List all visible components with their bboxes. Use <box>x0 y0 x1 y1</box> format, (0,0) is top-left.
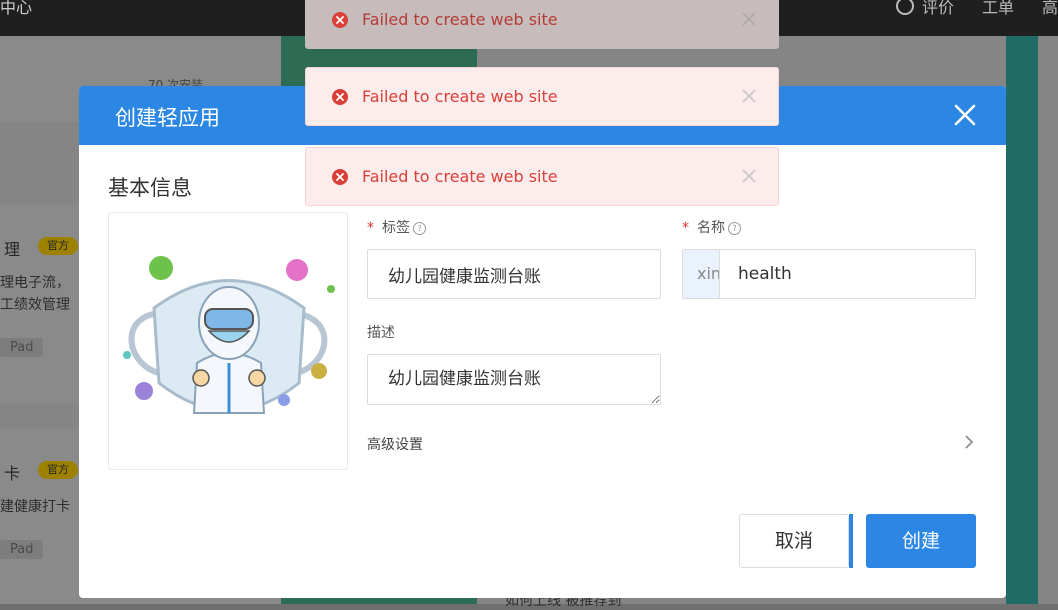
platform-chip: Pad <box>0 540 44 559</box>
name-input[interactable] <box>720 250 975 298</box>
topbar-more[interactable]: 高 <box>1042 0 1058 18</box>
error-toast: Failed to create web site <box>305 0 779 49</box>
cancel-button[interactable]: 取消 <box>739 514 849 568</box>
topbar-title: 中心 <box>0 0 33 17</box>
name-label: * 名称? <box>682 217 741 237</box>
card-desc: 工绩效管理 <box>0 297 70 313</box>
official-badge: 官方 <box>38 461 78 479</box>
topbar-actions: 评价 工单 高 <box>895 0 1058 18</box>
tag-label: * 标签? <box>367 217 426 237</box>
card-title: 卡 <box>4 464 21 483</box>
close-icon[interactable] <box>742 89 756 103</box>
name-field: xintiaobao__ <box>682 249 976 299</box>
create-button[interactable]: 创建 <box>866 514 976 568</box>
description-label: 描述 <box>367 325 395 341</box>
section-title: 基本信息 <box>108 176 192 200</box>
chevron-right-icon <box>965 435 974 449</box>
smile-icon[interactable] <box>895 0 914 15</box>
advanced-settings-label: 高级设置 <box>367 437 423 453</box>
card-desc: 理电子流， <box>0 275 70 291</box>
error-circle-icon <box>332 12 348 28</box>
topbar-ticket[interactable]: 工单 <box>982 0 1014 18</box>
error-toast: Failed to create web site <box>305 147 779 206</box>
help-icon[interactable]: ? <box>728 222 741 235</box>
mask-illustration <box>123 256 335 414</box>
error-toast: Failed to create web site <box>305 67 779 126</box>
error-circle-icon <box>332 169 348 185</box>
focus-indicator <box>849 514 853 568</box>
platform-chip: Pad <box>0 338 44 357</box>
close-icon[interactable] <box>952 102 978 128</box>
description-textarea[interactable]: 幼儿园健康监测台账 <box>367 354 661 405</box>
toast-message: Failed to create web site <box>362 87 558 106</box>
dialog-title: 创建轻应用 <box>115 106 220 130</box>
name-prefix: xintiaobao__ <box>683 250 720 298</box>
error-circle-icon <box>332 89 348 105</box>
close-icon[interactable] <box>742 169 756 183</box>
app-cover-image[interactable] <box>108 212 348 470</box>
toast-message: Failed to create web site <box>362 167 558 186</box>
toast-message: Failed to create web site <box>362 10 558 29</box>
card-desc: 建健康打卡 <box>0 499 70 515</box>
official-badge: 官方 <box>38 237 78 255</box>
topbar-rate[interactable]: 评价 <box>922 0 954 18</box>
card-title: 理 <box>4 240 21 259</box>
tag-input[interactable] <box>367 249 661 299</box>
background-strip <box>1006 36 1038 604</box>
help-icon[interactable]: ? <box>413 222 426 235</box>
close-icon[interactable] <box>742 12 756 26</box>
advanced-settings-toggle[interactable]: 高级设置 <box>367 432 976 456</box>
